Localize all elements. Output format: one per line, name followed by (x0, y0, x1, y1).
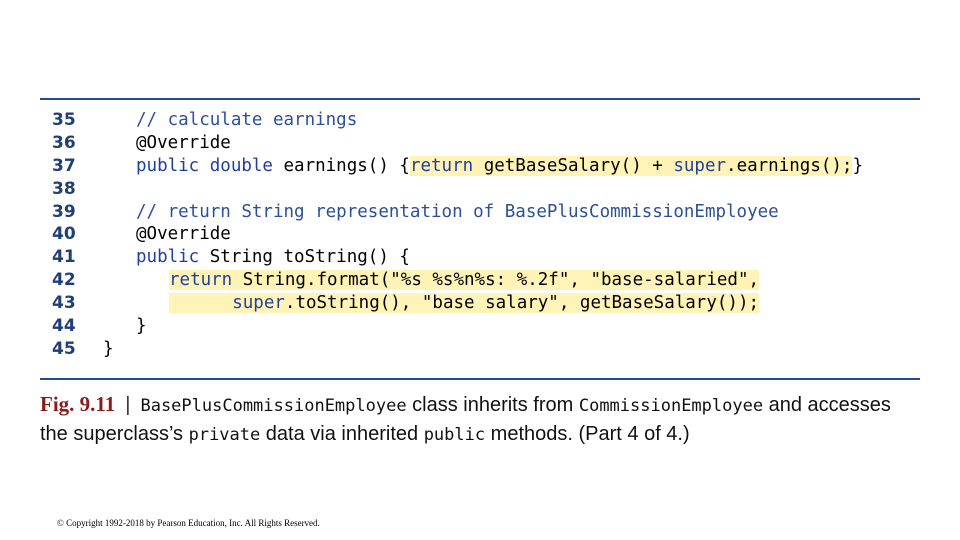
caption-separator: | (125, 394, 131, 416)
line-number: 38 (52, 178, 76, 199)
top-rule (40, 98, 920, 100)
code-line-45: 45 } (40, 338, 920, 361)
code-text: public String toString() { (136, 247, 410, 268)
code-line-36: 36 @Override (40, 132, 920, 155)
line-number: 42 (52, 270, 76, 291)
private-keyword: private (188, 425, 261, 445)
figure-caption: Fig. 9.11 | BasePlusCommissionEmployee cla… (40, 392, 891, 445)
code-text: } (136, 316, 147, 337)
code-line-37: 37 public double earnings() {return getB… (40, 155, 920, 178)
code-line-41: 41 public String toString() { (40, 246, 920, 269)
code-line-43: 43 super.toString(), "base salary", getB… (40, 292, 920, 315)
code-line-44: 44 } (40, 315, 920, 338)
highlighted-code: super.toString(), "base salary", getBase… (169, 293, 760, 314)
figure-label: Fig. 9.11 (40, 392, 116, 416)
code-line-38: 38 (40, 178, 920, 201)
line-number: 35 (52, 110, 76, 130)
code-annotation: @Override (136, 132, 231, 153)
line-number: 40 (52, 224, 76, 245)
code-text: } (103, 338, 114, 359)
code-listing: 35 // calculate earnings 36 @Override 37… (40, 109, 920, 361)
highlighted-code: return getBaseSalary() + super.earnings(… (409, 155, 853, 176)
code-text: public double earnings() {return getBase… (136, 155, 864, 176)
code-text: return String.format("%s %s%n%s: %.2f", … (169, 269, 760, 292)
line-number: 36 (52, 132, 76, 153)
code-comment: // calculate earnings (136, 110, 358, 130)
line-number: 45 (52, 338, 76, 359)
line-number: 39 (52, 201, 76, 222)
line-number: 44 (52, 316, 76, 337)
code-line-39: 39 // return String representation of Ba… (40, 201, 920, 224)
line-number: 37 (52, 155, 76, 176)
copyright-notice: © Copyright 1992-2018 by Pearson Educati… (57, 518, 320, 528)
superclass-name: CommissionEmployee (578, 396, 764, 416)
code-text: super.toString(), "base salary", getBase… (169, 292, 760, 315)
code-line-40: 40 @Override (40, 223, 920, 246)
line-number: 41 (52, 247, 76, 268)
class-name: BasePlusCommissionEmployee (140, 396, 407, 416)
code-line-35: 35 // calculate earnings (40, 109, 920, 132)
code-line-42: 42 return String.format("%s %s%n%s: %.2f… (40, 269, 920, 292)
code-comment: // return String representation of BaseP… (136, 201, 779, 222)
line-number: 43 (52, 293, 76, 314)
public-keyword: public (423, 425, 486, 445)
highlighted-code: return String.format("%s %s%n%s: %.2f", … (169, 270, 760, 291)
code-annotation: @Override (136, 224, 231, 245)
bottom-rule (40, 378, 920, 380)
